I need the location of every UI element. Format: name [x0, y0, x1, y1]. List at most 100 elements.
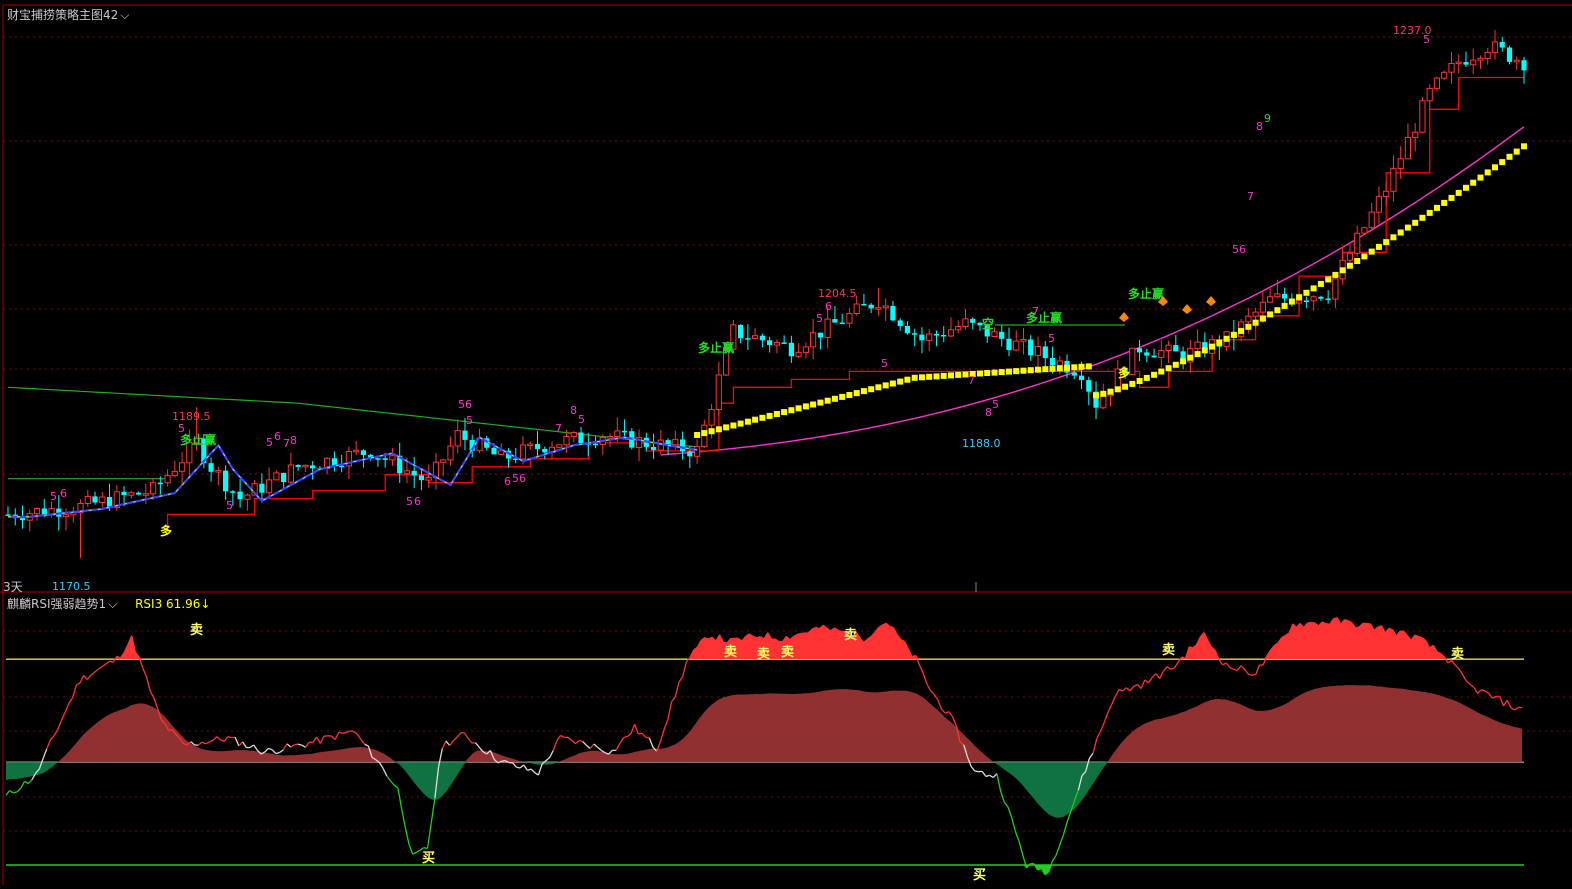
- candle-body-up: [448, 446, 453, 460]
- rsi-line-segment: [975, 771, 979, 772]
- sequence-number: 5: [1423, 33, 1430, 46]
- series-yellow-block: [1129, 381, 1135, 387]
- rsi-line-segment: [339, 732, 343, 733]
- rsi-line-segment: [291, 745, 295, 747]
- rsi-line-segment: [561, 735, 565, 737]
- series-yellow-block: [1028, 367, 1034, 373]
- candle-body-up: [165, 476, 170, 483]
- candle-body-down: [869, 305, 874, 309]
- candle-body-up: [1014, 341, 1019, 350]
- series-yellow-block: [897, 379, 903, 385]
- series-yellow-block: [781, 409, 787, 415]
- rsi-line-segment: [1223, 663, 1227, 665]
- chart-svg[interactable]: 1189.51170.51204.51188.01237.0多止赢多止赢多止赢多…: [0, 0, 1572, 885]
- rsi-line-segment: [672, 697, 676, 702]
- rsi-line-segment: [1101, 723, 1105, 732]
- candle-body-up: [267, 480, 272, 493]
- series-yellow-block: [1412, 220, 1418, 226]
- rsi-line-segment: [1001, 791, 1005, 802]
- rsi-line-segment: [624, 737, 628, 738]
- candle-body-up: [811, 333, 816, 347]
- sequence-number: 7: [283, 437, 290, 450]
- series-yellow-block: [1340, 267, 1346, 273]
- rsi-line-segment: [568, 737, 572, 740]
- candle-body-up: [1384, 191, 1389, 196]
- candle-body-down: [782, 342, 787, 344]
- candle-body-down: [1173, 345, 1178, 351]
- series-yellow-block: [1376, 244, 1382, 250]
- sub-indicator-title[interactable]: 麒麟RSI强弱趋势1⌵ RSI3 61.96↓: [7, 595, 210, 612]
- rsi-line-segment: [391, 781, 395, 785]
- candle-body-up: [1478, 58, 1483, 60]
- rsi-line-segment: [550, 751, 554, 758]
- candle-body-up: [85, 496, 90, 503]
- candle-body-up: [274, 473, 279, 480]
- rsi-line-segment: [1115, 690, 1119, 697]
- candle-body-down: [1500, 42, 1505, 48]
- series-yellow-block: [1456, 190, 1462, 196]
- candle-body-down: [542, 449, 547, 453]
- candle-body-down: [1028, 340, 1033, 356]
- rsi-line-segment: [1052, 855, 1056, 861]
- candle-body-down: [840, 323, 845, 325]
- candle-body-up: [404, 471, 409, 474]
- sequence-number: 7: [1247, 190, 1254, 203]
- candle-body-up: [1355, 233, 1360, 253]
- candle-body-down: [1006, 339, 1011, 350]
- rsi-line-segment: [65, 703, 69, 712]
- rsi-line-segment: [154, 698, 158, 708]
- candle-body-up: [695, 447, 700, 457]
- chart-stage[interactable]: 1189.51170.51204.51188.01237.0多止赢多止赢多止赢多…: [0, 0, 1572, 885]
- rsi-line-segment: [317, 737, 321, 743]
- rsi-line-segment: [1126, 688, 1130, 691]
- chevron-down-icon[interactable]: ⌵: [120, 8, 129, 23]
- rsi-line-segment: [80, 675, 84, 683]
- rsi-line-segment: [465, 733, 469, 739]
- signal-label: 多止赢: [698, 340, 734, 355]
- candle-body-up: [1166, 345, 1171, 350]
- candle-body-up: [803, 347, 808, 353]
- main-indicator-title[interactable]: 财宝捕捞策略主图42⌵: [7, 6, 129, 23]
- sequence-number: 5: [881, 357, 888, 370]
- signal-marker-icon: [1119, 312, 1129, 322]
- chevron-down-icon[interactable]: ⌵: [108, 597, 117, 612]
- rsi-line-segment: [335, 732, 339, 739]
- series-yellow-block: [759, 415, 765, 421]
- candle-body-down: [296, 465, 301, 467]
- rsi-line-segment: [265, 748, 269, 752]
- rsi-line-segment: [1230, 668, 1234, 670]
- sequence-number: 8: [290, 434, 297, 447]
- candle-body-up: [1456, 62, 1461, 64]
- candle-body-down: [383, 458, 388, 460]
- rsi-line-segment: [993, 774, 997, 778]
- candle-body-down: [1318, 297, 1323, 299]
- rsi-line-segment: [169, 730, 173, 731]
- rsi-line-segment: [916, 655, 920, 664]
- rsi-line-segment: [143, 668, 147, 677]
- signal-label: 多: [1118, 365, 1130, 380]
- rsi-line-segment: [280, 750, 284, 753]
- rsi-line-segment: [283, 744, 287, 750]
- candle-body-up: [441, 460, 446, 462]
- rsi-line-segment: [616, 744, 620, 751]
- candle-body-down: [1079, 376, 1084, 381]
- candle-body-down: [1050, 358, 1055, 365]
- rsi-line-segment: [1219, 659, 1223, 665]
- rsi-line-segment: [217, 737, 221, 740]
- rsi-line-segment: [1156, 674, 1160, 679]
- sequence-number: 5: [50, 490, 57, 503]
- series-yellow-block: [1064, 365, 1070, 371]
- rsi-line-segment: [1237, 666, 1241, 671]
- rsi-line-segment: [930, 691, 934, 695]
- rsi-line-segment: [631, 724, 635, 734]
- candle-body-up: [1195, 342, 1200, 348]
- sequence-number: 6: [504, 475, 511, 488]
- series-yellow-block: [1267, 311, 1273, 317]
- candle-body-up: [716, 375, 721, 410]
- candle-body-down: [1072, 373, 1077, 376]
- rsi-line-segment: [250, 745, 254, 748]
- rsi-line-segment: [683, 662, 687, 677]
- sequence-number: 56: [458, 398, 472, 411]
- sequence-number: 5: [406, 495, 413, 508]
- rsi-line-segment: [405, 828, 409, 845]
